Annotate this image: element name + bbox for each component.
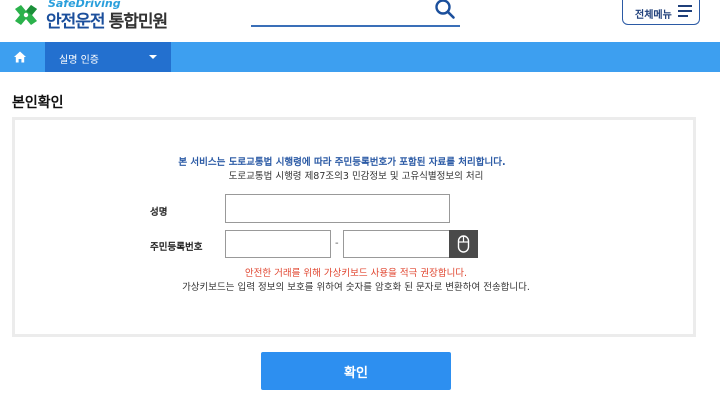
- mouse-icon: [457, 235, 470, 253]
- identity-form-box: [12, 117, 696, 337]
- nav-category-select[interactable]: 실명 인증: [45, 42, 171, 72]
- search-input[interactable]: [251, 0, 435, 24]
- confirm-button[interactable]: 확인: [261, 352, 451, 390]
- rrn-label: 주민등록번호: [150, 242, 203, 253]
- caret-down-icon: [149, 55, 157, 59]
- logo-sub-text: 통합민원: [108, 12, 169, 32]
- logo-main-text: 안전운전: [46, 12, 106, 32]
- hamburger-icon: [678, 5, 692, 17]
- privacy-notice: 본 서비스는 도로교통법 시행령에 따라 주민등록번호가 포함된 자료를 처리합…: [178, 157, 506, 168]
- page-title: 본인확인: [12, 95, 64, 111]
- nav-category-label: 실명 인증: [59, 55, 99, 66]
- virtual-keyboard-warning: 안전한 거래를 위해 가상키보드 사용을 적극 권장합니다.: [244, 268, 468, 279]
- all-menu-button[interactable]: 전체메뉴: [622, 0, 700, 25]
- virtual-keyboard-info: 가상키보드는 입력 정보의 보호를 위하여 숫자를 암호화 된 문자로 변환하여…: [182, 282, 530, 293]
- header: SafeDriving 안전운전 통합민원 전체메뉴: [0, 0, 720, 42]
- nav-bar: 실명 인증: [0, 42, 720, 72]
- rrn-separator: -: [335, 238, 339, 249]
- search-icon[interactable]: [434, 0, 456, 20]
- virtual-keyboard-button[interactable]: [449, 230, 478, 258]
- name-label: 성명: [150, 207, 168, 218]
- legal-basis-notice: 도로교통법 시행령 제87조의3 민감정보 및 고유식별정보의 처리: [228, 171, 484, 182]
- search-bar: [251, 0, 460, 27]
- rrn-back-field[interactable]: [343, 230, 450, 258]
- home-icon[interactable]: [13, 50, 27, 64]
- logo-korean-text: 안전운전 통합민원: [46, 7, 169, 32]
- all-menu-label: 전체메뉴: [635, 10, 672, 21]
- rrn-front-field[interactable]: [225, 230, 331, 258]
- name-field[interactable]: [225, 194, 450, 223]
- logo-clover-icon: [15, 5, 37, 25]
